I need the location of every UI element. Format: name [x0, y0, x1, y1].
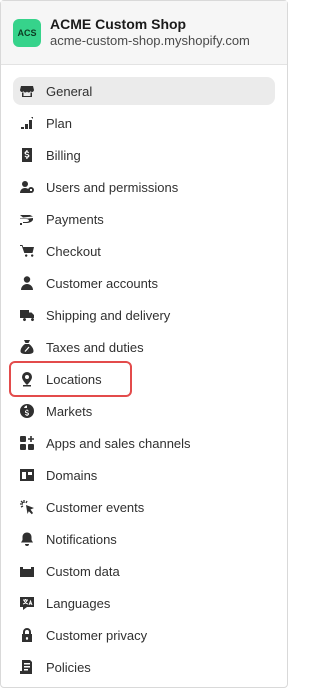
nav-item-domains[interactable]: Domains: [13, 461, 275, 489]
cart-icon: [18, 242, 36, 260]
nav-label: Policies: [46, 659, 91, 675]
nav-label: Languages: [46, 595, 111, 611]
database-icon: [18, 562, 36, 580]
nav-label: Users and permissions: [46, 179, 179, 195]
languages-icon: [18, 594, 36, 612]
nav-item-custom-data[interactable]: Custom data: [13, 557, 275, 585]
shop-avatar: ACS: [13, 18, 41, 47]
nav-label: Plan: [46, 115, 73, 131]
person-icon: [18, 274, 36, 292]
nav-label: Checkout: [46, 243, 101, 259]
settings-nav: General Plan Billing Users and permissio…: [1, 65, 287, 681]
nav-item-policies[interactable]: Policies: [13, 653, 275, 681]
nav-label: Customer accounts: [46, 275, 158, 291]
nav-label: Taxes and duties: [46, 339, 144, 355]
payments-icon: [18, 210, 36, 228]
nav-item-apps[interactable]: Apps and sales channels: [13, 429, 275, 457]
nav-item-customer-events[interactable]: Customer events: [13, 493, 275, 521]
nav-label: Customer privacy: [46, 627, 148, 643]
globe-dollar-icon: [18, 402, 36, 420]
domain-icon: [18, 466, 36, 484]
nav-item-languages[interactable]: Languages: [13, 589, 275, 617]
nav-item-billing[interactable]: Billing: [13, 141, 275, 169]
location-pin-icon: [18, 370, 36, 388]
store-icon: [18, 82, 36, 100]
dollar-icon: [18, 146, 36, 164]
tax-bag-icon: [18, 338, 36, 356]
nav-item-locations[interactable]: Locations: [9, 361, 132, 397]
nav-label: Locations: [46, 371, 102, 387]
nav-item-markets[interactable]: Markets: [13, 397, 275, 425]
nav-item-plan[interactable]: Plan: [13, 109, 275, 137]
nav-label: General: [46, 83, 93, 99]
nav-item-taxes[interactable]: Taxes and duties: [13, 333, 275, 361]
shop-name: ACME Custom Shop: [50, 15, 187, 32]
bell-icon: [18, 530, 36, 548]
cursor-click-icon: [18, 498, 36, 516]
nav-label: Notifications: [46, 531, 117, 547]
shop-info: ACME Custom Shop acme-custom-shop.myshop…: [50, 16, 250, 50]
truck-icon: [18, 306, 36, 324]
nav-item-customer-privacy[interactable]: Customer privacy: [13, 621, 275, 649]
nav-label: Payments: [46, 211, 104, 227]
nav-item-customer-accounts[interactable]: Customer accounts: [13, 269, 275, 297]
shop-header[interactable]: ACS ACME Custom Shop acme-custom-shop.my…: [1, 1, 287, 65]
plan-bars-icon: [18, 114, 36, 132]
nav-item-shipping[interactable]: Shipping and delivery: [13, 301, 275, 329]
nav-item-general[interactable]: General: [13, 77, 275, 105]
lock-icon: [18, 626, 36, 644]
nav-label: Markets: [46, 403, 93, 419]
apps-icon: [18, 434, 36, 452]
nav-label: Customer events: [46, 499, 145, 515]
settings-panel: ACS ACME Custom Shop acme-custom-shop.my…: [0, 0, 288, 688]
nav-label: Custom data: [46, 563, 120, 579]
nav-item-users[interactable]: Users and permissions: [13, 173, 275, 201]
nav-label: Billing: [46, 147, 81, 163]
policies-icon: [18, 658, 36, 676]
users-icon: [18, 178, 36, 196]
nav-label: Shipping and delivery: [46, 307, 171, 323]
nav-item-notifications[interactable]: Notifications: [13, 525, 275, 553]
nav-label: Domains: [46, 467, 98, 483]
shop-domain: acme-custom-shop.myshopify.com: [50, 33, 250, 49]
nav-item-checkout[interactable]: Checkout: [13, 237, 275, 265]
nav-label: Apps and sales channels: [46, 435, 191, 451]
nav-item-payments[interactable]: Payments: [13, 205, 275, 233]
